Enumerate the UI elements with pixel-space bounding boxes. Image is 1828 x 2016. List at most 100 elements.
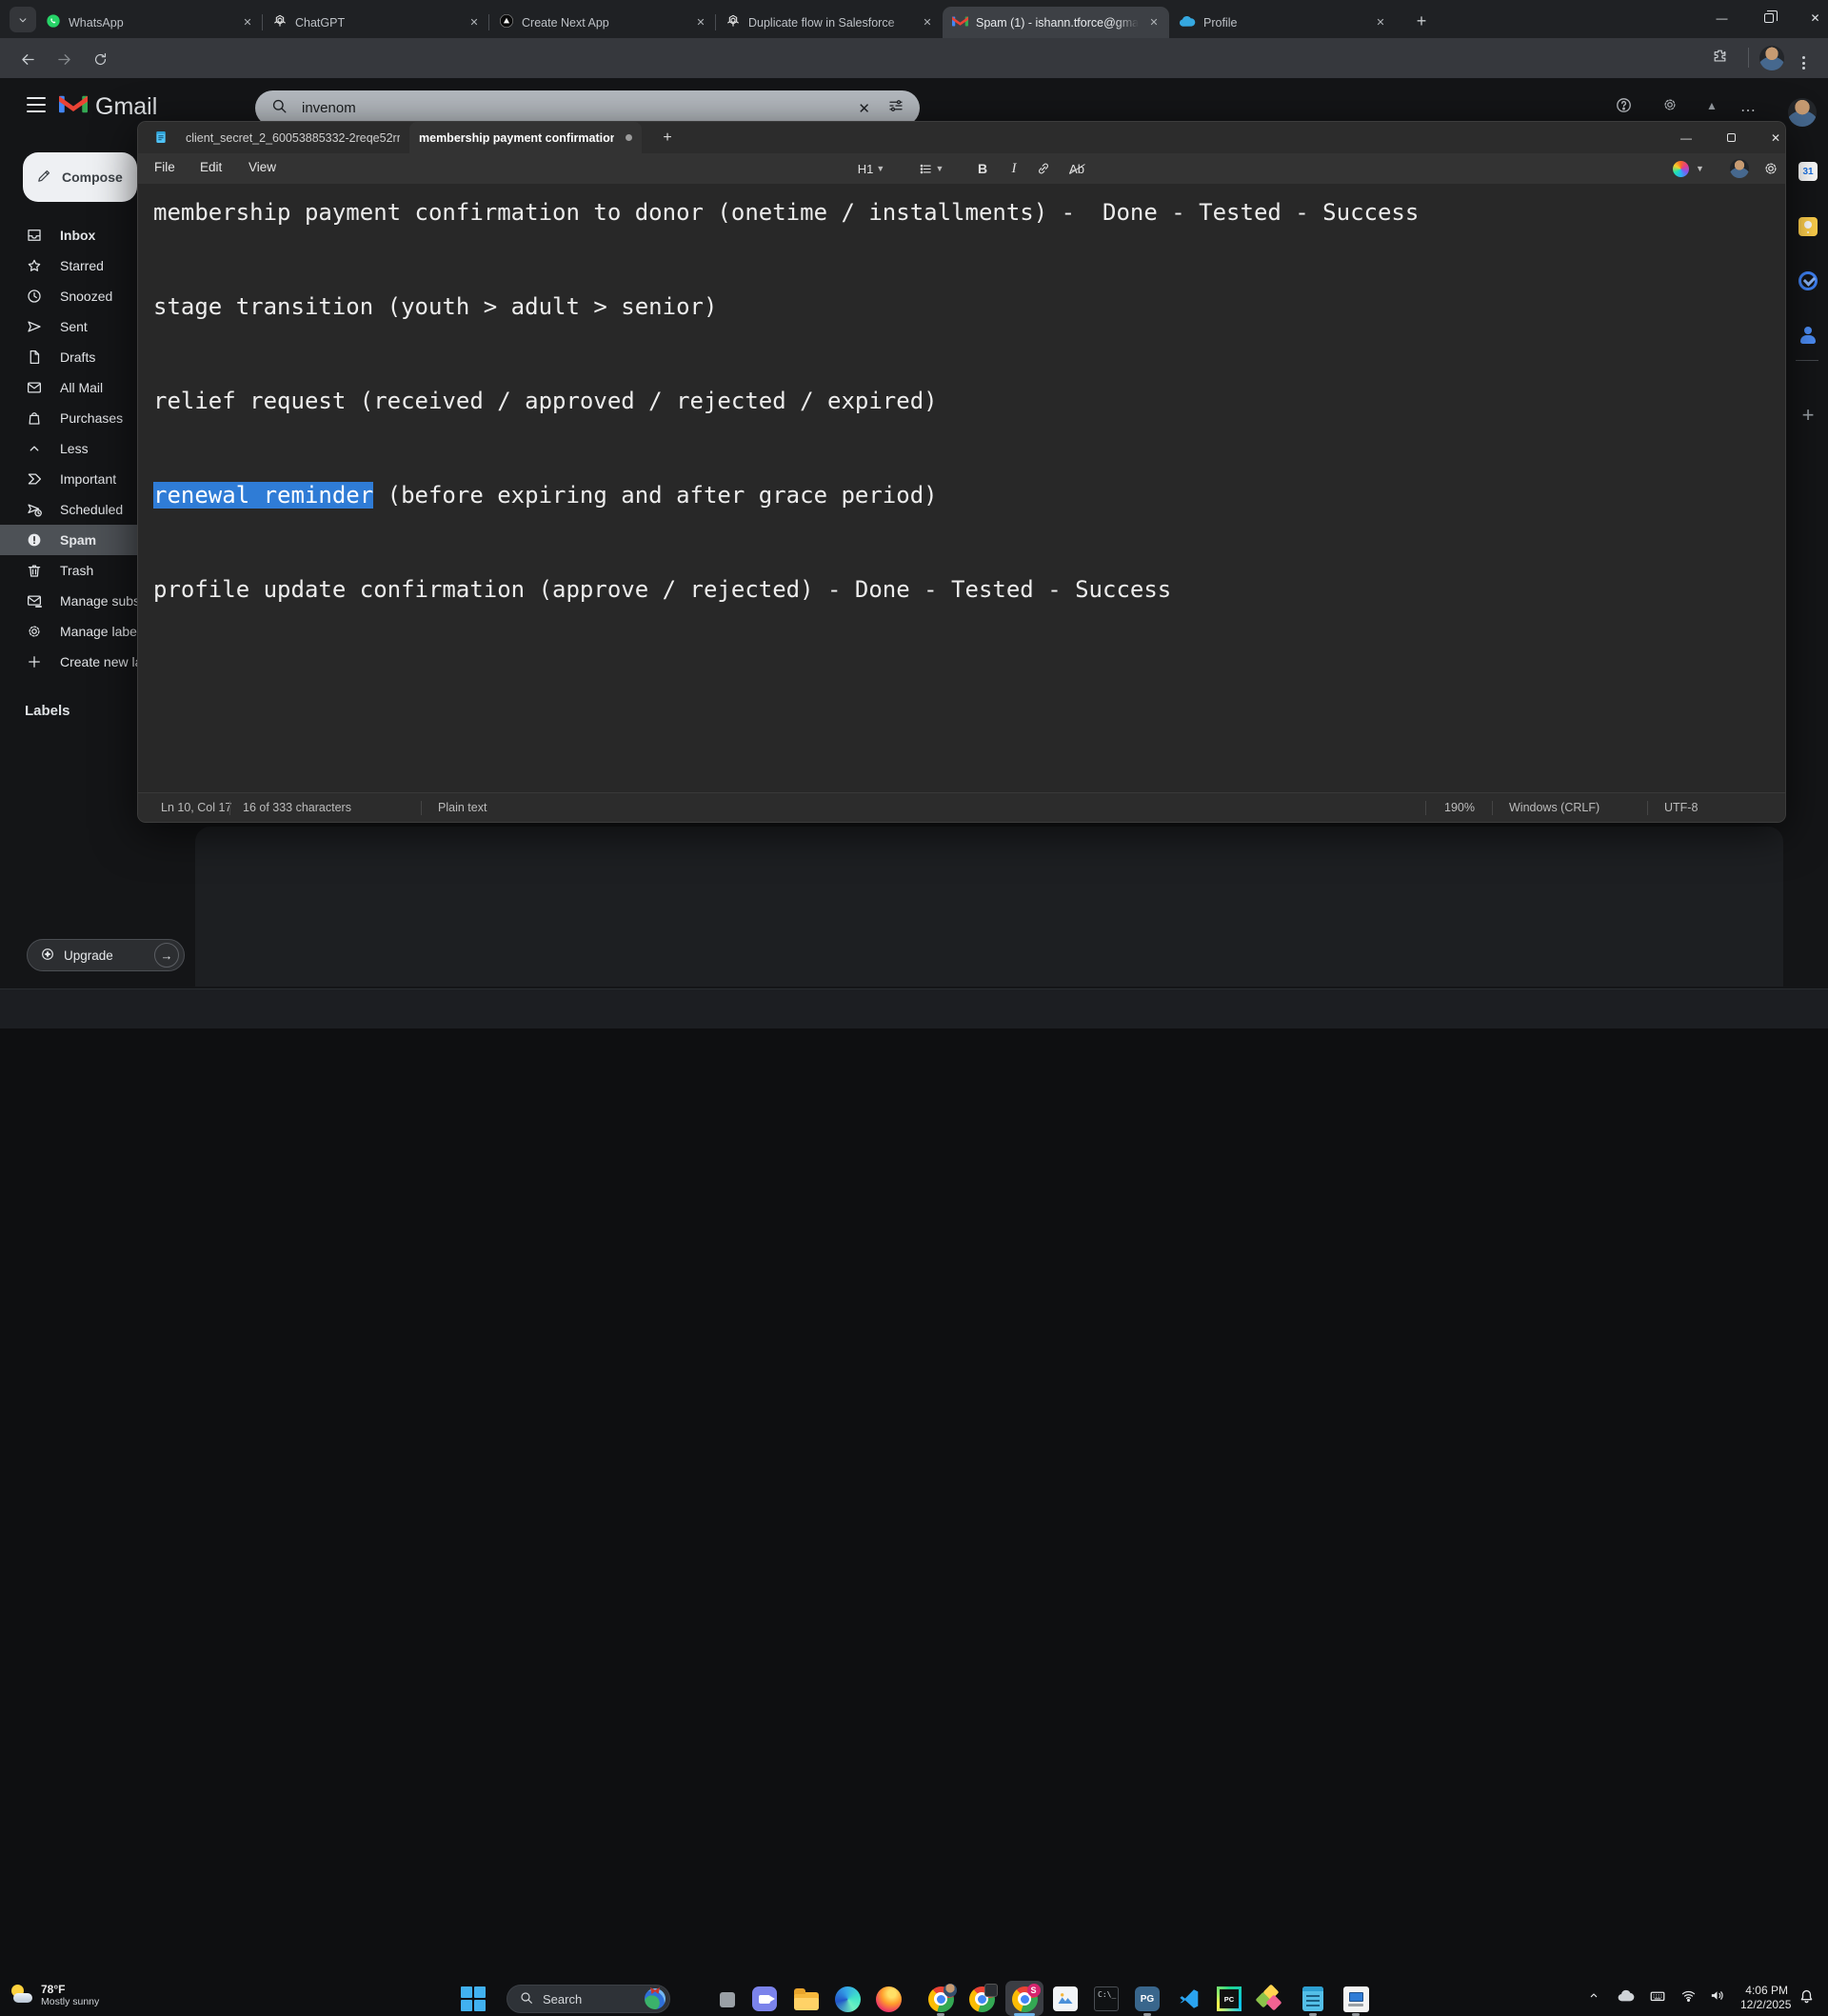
tab-search-caret-button[interactable] — [10, 7, 36, 32]
forward-icon[interactable] — [51, 47, 76, 71]
editor-line: relief request (received / approved / re… — [153, 388, 938, 414]
extensions-icon[interactable] — [1712, 48, 1728, 69]
taskbar-app-chat[interactable] — [749, 1984, 780, 2014]
side-panel-calendar-icon[interactable]: 31 — [1795, 158, 1821, 185]
side-panel-divider — [1796, 360, 1818, 361]
tab-close-icon[interactable]: ✕ — [240, 15, 255, 30]
notepad-tab[interactable]: client_secret_2_60053885332-2reqe52rrib — [176, 122, 409, 153]
browser-tab[interactable]: Spam (1) - ishann.tforce@gmail ✕ — [943, 7, 1169, 38]
zoom-level[interactable]: 190% — [1444, 801, 1475, 814]
clear-formatting-button[interactable]: Ab — [1063, 157, 1091, 180]
tab-close-icon[interactable]: ✕ — [693, 15, 708, 30]
browser-tab[interactable]: ChatGPT ✕ — [263, 7, 489, 38]
browser-profile-avatar[interactable] — [1759, 46, 1784, 75]
arrow-right-icon[interactable]: → — [154, 943, 179, 968]
menu-file[interactable]: File — [154, 160, 175, 174]
notepad-maximize-button[interactable] — [1709, 122, 1753, 153]
tab-favicon-gmail — [952, 15, 968, 30]
browser-tab[interactable]: Duplicate flow in Salesforce ✕ — [716, 7, 943, 38]
taskbar-app-edge[interactable] — [832, 1984, 863, 2014]
taskbar-app-pycharm[interactable]: PC — [1214, 1984, 1244, 2014]
browser-tab[interactable]: WhatsApp ✕ — [36, 7, 263, 38]
tab-close-icon[interactable]: ✕ — [467, 15, 482, 30]
main-menu-icon[interactable] — [27, 97, 46, 112]
side-panel-tasks-icon[interactable] — [1795, 268, 1821, 294]
bold-button[interactable]: B — [968, 157, 997, 180]
encoding[interactable]: UTF-8 — [1664, 801, 1698, 814]
touch-keyboard-icon[interactable] — [1649, 1987, 1666, 2009]
copilot-button[interactable]: ▼ — [1673, 157, 1704, 180]
tab-close-icon[interactable]: ✕ — [1146, 15, 1162, 30]
taskbar-app-vscode[interactable] — [1173, 1984, 1203, 2014]
taskbar-app-postgresql[interactable]: PG — [1132, 1984, 1162, 2014]
taskbar-search[interactable]: Search — [507, 1985, 670, 2013]
document-mode: Plain text — [438, 801, 487, 814]
taskbar-app-diagram-tool[interactable] — [1255, 1984, 1285, 2014]
window-close-button[interactable]: ✕ — [1794, 0, 1828, 36]
weather-widget[interactable]: 78°F Mostly sunny — [10, 1983, 99, 2007]
taskbar-app-chrome-profile-a[interactable] — [925, 1983, 957, 2014]
taskbar-app-terminal[interactable]: C:\_ — [1091, 1984, 1122, 2014]
browser-tab[interactable]: Profile ✕ — [1169, 7, 1396, 38]
menu-view[interactable]: View — [248, 160, 276, 174]
taskbar-app-photos[interactable] — [1050, 1984, 1081, 2014]
taskbar-app-notepad[interactable] — [1298, 1984, 1328, 2014]
onedrive-icon[interactable] — [1616, 1986, 1636, 2011]
notifications-bell-icon[interactable] — [1798, 1987, 1816, 2010]
search-query[interactable]: invenom — [302, 100, 858, 116]
side-panel-plus-icon[interactable]: + — [1795, 402, 1821, 429]
menu-edit[interactable]: Edit — [200, 160, 222, 174]
italic-button[interactable]: I — [1000, 157, 1028, 180]
notepad-account-avatar[interactable] — [1730, 157, 1749, 180]
upgrade-button[interactable]: Upgrade → — [27, 939, 185, 971]
taskbar-app-taskpro[interactable] — [1341, 1984, 1371, 2014]
taskbar-app-file-explorer[interactable] — [791, 1984, 822, 2014]
notepad-tab[interactable]: membership payment confirmation — [409, 122, 642, 153]
tab-separator — [715, 14, 716, 30]
notepad-minimize-button[interactable]: — — [1664, 122, 1708, 153]
sidebar-item-label: Spam — [60, 532, 97, 548]
search-icon — [519, 1990, 534, 2008]
list-style-dropdown[interactable]: ▼ — [917, 157, 945, 180]
taskbar-app-chrome-profile-s[interactable]: S — [1009, 1983, 1041, 2014]
wifi-icon[interactable] — [1680, 1987, 1697, 2008]
reload-icon[interactable] — [88, 47, 112, 71]
side-panel-contacts-icon[interactable] — [1795, 322, 1821, 349]
window-minimize-button[interactable]: — — [1700, 0, 1743, 36]
gmail-logo: Gmail — [59, 93, 157, 121]
start-button[interactable] — [458, 1984, 488, 2014]
side-panel-keep-icon[interactable] — [1795, 213, 1821, 240]
notepad-settings-icon[interactable] — [1762, 157, 1779, 180]
tab-close-icon[interactable]: ✕ — [920, 15, 935, 30]
notepad-close-button[interactable]: ✕ — [1754, 122, 1798, 153]
tab-title: ChatGPT — [295, 15, 346, 30]
taskbar-app-task-view[interactable] — [708, 1984, 739, 2014]
compose-button[interactable]: Compose — [23, 152, 137, 202]
tab-separator — [262, 14, 263, 30]
search-options-icon[interactable] — [887, 97, 904, 119]
notepad-new-tab-button[interactable]: + — [657, 128, 678, 149]
taskbar-clock[interactable]: 4:06 PM 12/2/2025 — [1740, 1984, 1791, 2012]
volume-icon[interactable] — [1709, 1987, 1725, 2008]
tab-close-icon[interactable]: ✕ — [1373, 15, 1388, 30]
heading-style-dropdown[interactable]: H1 ▼ — [857, 157, 885, 180]
apps-menu-icon[interactable]: ⋯ — [1740, 101, 1756, 120]
settings-icon[interactable] — [1661, 96, 1679, 118]
browser-tab[interactable]: Create Next App ✕ — [489, 7, 716, 38]
insert-link-button[interactable] — [1029, 157, 1058, 180]
new-tab-button[interactable]: + — [1409, 9, 1434, 33]
notepad-tab-title: client_secret_2_60053885332-2reqe52rrib — [186, 130, 400, 145]
clear-search-icon[interactable]: ✕ — [858, 100, 870, 117]
browser-menu-icon[interactable] — [1802, 47, 1805, 70]
help-icon[interactable] — [1615, 96, 1633, 119]
text-editor[interactable]: membership payment confirmation to donor… — [138, 184, 1785, 794]
sidebar-item-label: Important — [60, 471, 117, 487]
tab-favicon-nextjs — [499, 13, 514, 31]
back-icon[interactable] — [15, 47, 40, 71]
star-icon — [25, 257, 44, 274]
taskbar-app-firefox[interactable] — [873, 1984, 904, 2014]
taskbar-app-chrome-profile-b[interactable] — [966, 1983, 998, 2014]
tray-chevron-up-icon[interactable] — [1586, 1987, 1601, 2007]
line-ending[interactable]: Windows (CRLF) — [1509, 801, 1600, 814]
window-restore-button[interactable] — [1747, 0, 1790, 36]
